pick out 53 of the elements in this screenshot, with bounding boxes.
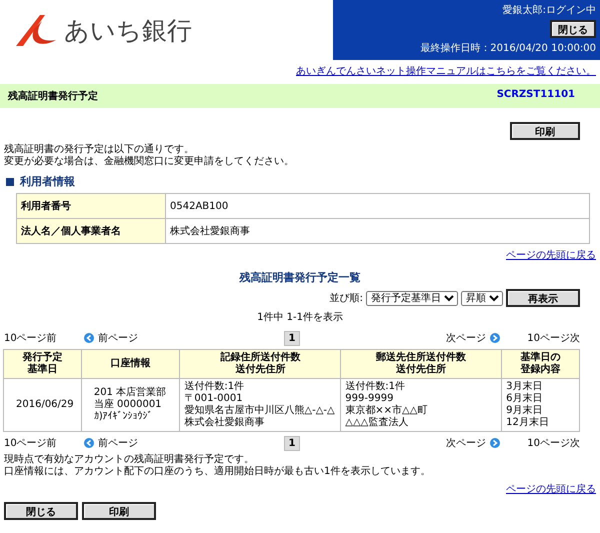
redisplay-button[interactable]: 再表示: [506, 289, 580, 307]
field-value: 0542AB100: [166, 194, 590, 218]
last-operation-time: 最終操作日時：2016/04/20 10:00:00: [420, 42, 596, 55]
ten-pages-back-label: 10ページ前: [4, 332, 58, 345]
field-label: 利用者番号: [16, 194, 166, 218]
column-header: 記録住所送付件数 送付先住所: [180, 350, 341, 378]
ten-pages-forward-label: 10ページ次: [526, 437, 580, 450]
list-title: 残高証明書発行予定一覧: [238, 270, 362, 286]
print-button[interactable]: 印刷: [82, 502, 156, 520]
sort-field-select[interactable]: 発行予定基準日: [366, 290, 458, 306]
column-header: 郵送先住所送付件数 送付先住所: [340, 350, 502, 378]
section-heading: 利用者情報: [20, 174, 75, 189]
table-cell: 送付件数:1件 〒001-0001 愛知県名古屋市中川区八熊△-△-△ 株式会社愛銀商事: [180, 378, 341, 432]
manual-link[interactable]: あいぎんでんさいネット操作マニュアルはこちらをご覧ください。: [296, 64, 596, 78]
bank-name: あいち銀行: [64, 14, 192, 46]
left-arrow-icon: [84, 438, 94, 448]
user-status: 愛銀太郎:ログイン中: [502, 4, 596, 17]
table-cell: 送付件数:1件 999-9999 東京都××市△△町 △△△監査法人: [340, 378, 502, 432]
back-to-top-link[interactable]: ページの先頭に戻る: [506, 482, 596, 496]
left-arrow-icon: [84, 333, 94, 343]
column-header: 基準日の 登録内容: [502, 350, 580, 378]
table-cell: 201 本店営業部 当座 0000001 ｶ)ｱｲｷﾞﾝｼｮｳｼﾞ: [81, 378, 180, 432]
page-title: 残高証明書発行予定: [8, 89, 98, 103]
next-page-link[interactable]: 次ページ: [446, 331, 486, 345]
page-number[interactable]: 1: [284, 330, 300, 346]
result-count: 1件中 1-1件を表示: [256, 310, 344, 325]
intro-text: 変更が必要な場合は、金融機関窓口に変更申請をしてください。: [4, 156, 295, 168]
close-button[interactable]: 閉じる: [550, 20, 596, 38]
previous-page-link[interactable]: 前ページ: [98, 436, 138, 450]
right-arrow-icon: [490, 438, 500, 448]
note-text: 口座情報には、アカウント配下の口座のうち、適用開始日時が最も古い1件を表示しています。: [4, 466, 432, 478]
right-arrow-icon: [490, 333, 500, 343]
column-header: 口座情報: [81, 350, 180, 378]
previous-page-link[interactable]: 前ページ: [98, 331, 138, 345]
back-to-top-link[interactable]: ページの先頭に戻る: [506, 248, 596, 262]
note-text: 現時点で有効なアカウントの残高証明書発行予定です。: [4, 454, 255, 466]
column-header: 発行予定 基準日: [4, 350, 82, 378]
sort-label: 並び順:: [330, 292, 363, 305]
square-icon: [6, 178, 14, 186]
page-number[interactable]: 1: [284, 436, 300, 450]
screen-id: SCRZST11101: [496, 89, 575, 102]
close-button[interactable]: 閉じる: [4, 502, 78, 520]
sort-order-select[interactable]: 昇順: [461, 290, 503, 306]
field-label: 法人名／個人事業者名: [16, 218, 166, 244]
table-cell: 2016/06/29: [4, 378, 82, 432]
next-page-link[interactable]: 次ページ: [446, 436, 486, 450]
field-value: 株式会社愛銀商事: [166, 218, 590, 244]
ten-pages-forward-label: 10ページ次: [526, 332, 580, 345]
print-button[interactable]: 印刷: [510, 122, 580, 140]
intro-text: 残高証明書の発行予定は以下の通りです。: [4, 144, 195, 156]
ten-pages-back-label: 10ページ前: [4, 437, 58, 450]
logo-icon: [14, 13, 58, 47]
table-cell: 3月末日 6月末日 9月末日 12月末日: [502, 378, 580, 432]
